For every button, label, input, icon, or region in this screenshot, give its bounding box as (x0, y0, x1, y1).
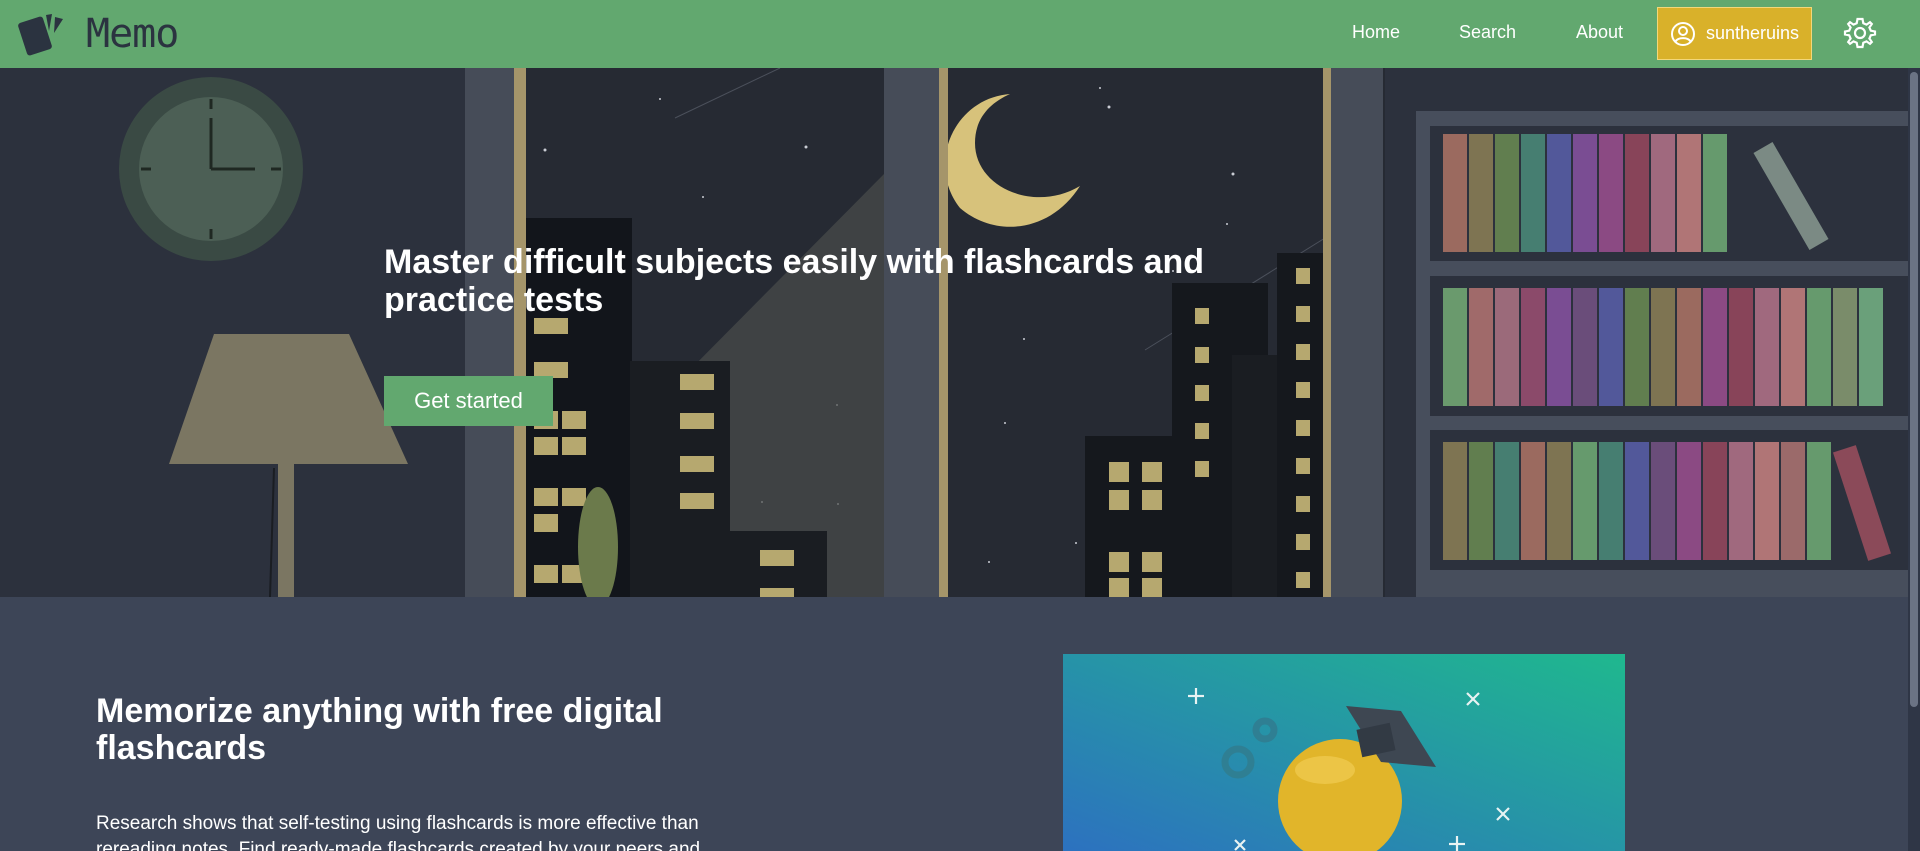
page-scrollbar[interactable] (1908, 68, 1920, 851)
features-section: Memorize anything with free digital flas… (0, 597, 1908, 851)
brand-name: Memo (86, 11, 179, 57)
learning-illustration (1063, 654, 1625, 851)
cards-icon (18, 14, 63, 56)
user-menu-button[interactable]: suntheruins (1657, 7, 1812, 60)
get-started-button[interactable]: Get started (384, 376, 553, 426)
night-room-illustration (0, 68, 1908, 597)
gear-icon (1843, 17, 1877, 49)
settings-button[interactable] (1843, 16, 1877, 50)
brand-logo[interactable]: Memo (18, 10, 179, 58)
scrollbar-thumb[interactable] (1910, 72, 1918, 707)
hero-section: Master difficult subjects easily with fl… (0, 68, 1908, 597)
graduation-bulb-illustration (1063, 654, 1625, 851)
user-circle-icon (1671, 21, 1695, 46)
hero-title: Master difficult subjects easily with fl… (384, 243, 1205, 319)
features-title: Memorize anything with free digital flas… (96, 692, 663, 767)
features-body: Research shows that self-testing using f… (96, 813, 701, 851)
nav-about-link[interactable]: About (1576, 22, 1623, 43)
nav-home-link[interactable]: Home (1352, 22, 1400, 43)
navbar: Memo Home Search About suntheruins (0, 0, 1920, 68)
username-label: suntheruins (1706, 23, 1800, 43)
nav-search-link[interactable]: Search (1459, 22, 1516, 43)
